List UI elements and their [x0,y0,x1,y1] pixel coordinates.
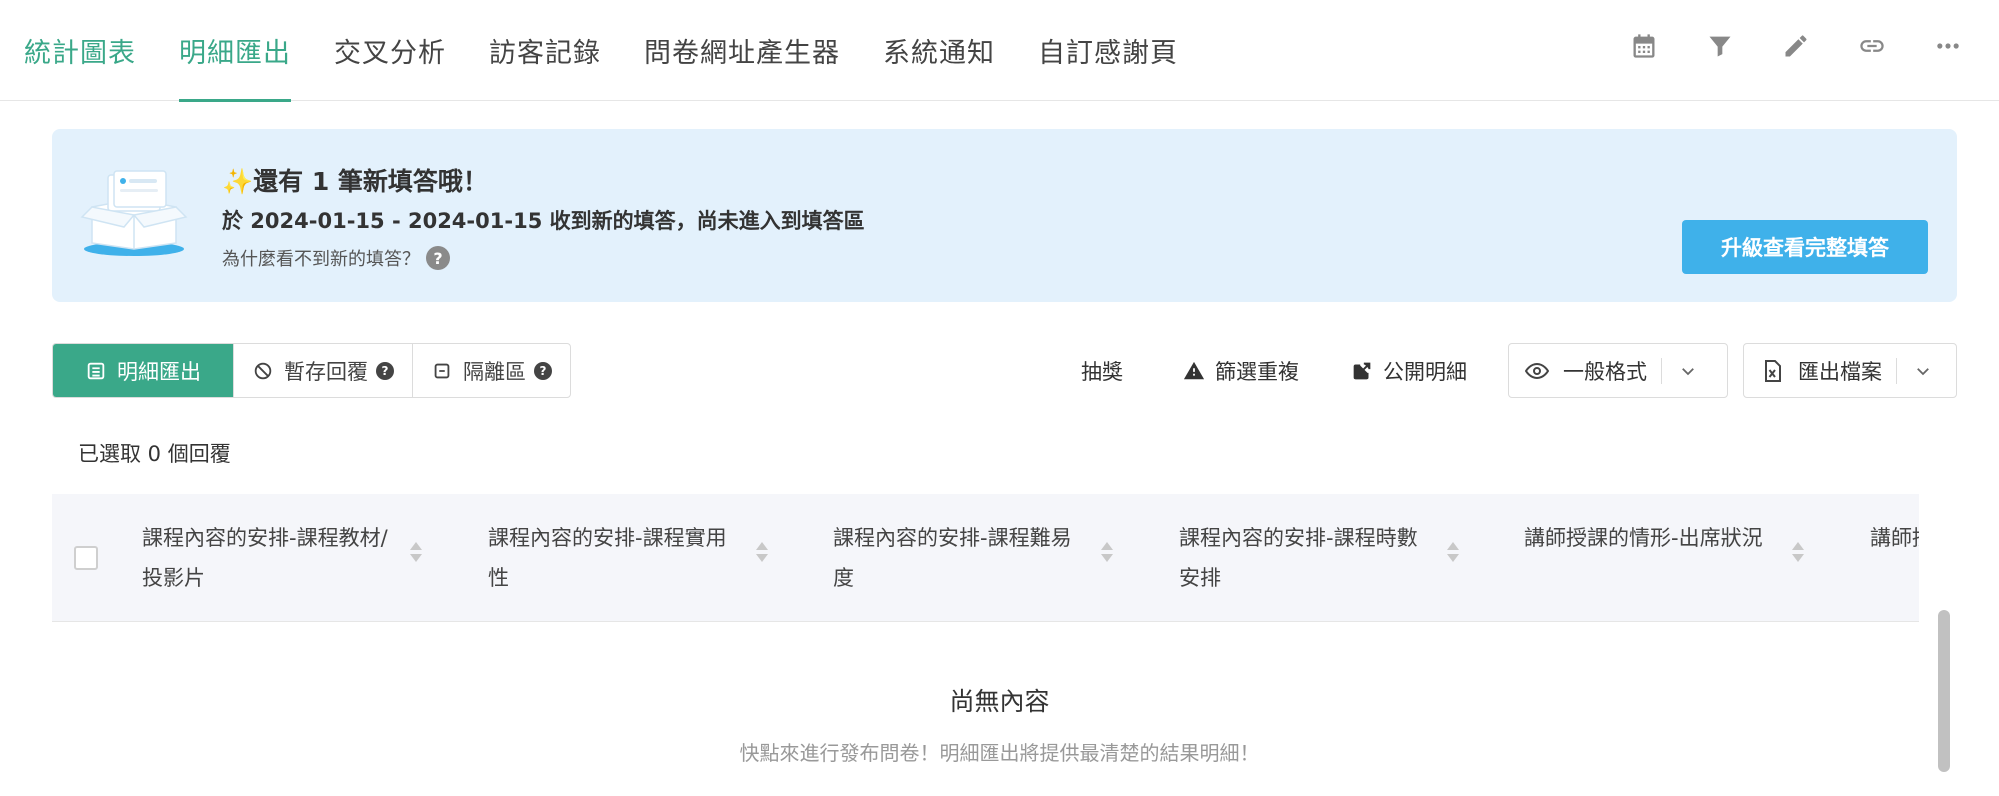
excel-file-icon [1765,359,1781,382]
empty-state-description: 快點來進行發布問卷！明細匯出將提供最清楚的結果明細！ [739,741,1260,765]
chevron-down-icon [1917,367,1929,375]
vertical-scrollbar[interactable] [1933,494,1955,796]
scrollbar-thumb[interactable] [1938,610,1950,772]
export-file-arrow[interactable] [1897,344,1949,397]
column-header[interactable]: 課程內容的安排-課程教材/投影片 [142,518,432,598]
view-format-arrow[interactable] [1662,344,1714,397]
question-mark-icon[interactable]: ? [426,246,450,270]
public-details-button[interactable]: 公開明細 [1351,343,1467,398]
warning-icon [1183,361,1205,379]
toolbar-icons [1589,25,1969,67]
tab-bar: 統計圖表 明細匯出 交叉分析 訪客記錄 問卷網址產生器 系統通知 自訂感謝頁 [24,0,1221,102]
tab-system-notifications[interactable]: 系統通知 [883,0,995,101]
column-header-label: 課程內容的安排-課程難易度 [833,526,1072,590]
column-header-label: 課程內容的安排-課程時數安排 [1179,526,1418,590]
inbox-box-illustration [80,170,188,256]
segment-detail-export[interactable]: 明細匯出 [53,344,233,397]
chevron-down-icon [1682,367,1694,375]
tab-statistics-charts[interactable]: 統計圖表 [24,0,136,101]
external-link-icon [1353,362,1371,379]
calendar-icon[interactable] [1623,25,1665,67]
tab-detail-export[interactable]: 明細匯出 [179,0,291,102]
column-header-label: 講師授課的情形-授課態度 [1870,526,1919,550]
link-icon[interactable] [1851,25,1893,67]
empty-state-title: 尚無內容 [949,687,1050,716]
filter-icon[interactable] [1699,25,1741,67]
filter-duplicates-button[interactable]: 篩選重複 [1183,343,1299,398]
select-all-checkbox[interactable] [74,546,98,570]
table-header: 課程內容的安排-課程教材/投影片 課程內容的安排-課程實用性 課程內容的安排-課… [52,494,1919,622]
list-icon [87,362,105,379]
column-header-label: 課程內容的安排-課程教材/投影片 [142,526,388,590]
banner-description: 於 2024-01-15 - 2024-01-15 收到新的填答，尚未進入到填答… [222,209,865,233]
column-header-label: 講師授課的情形-出席狀況 [1524,526,1763,550]
column-header[interactable]: 講師授課的情形-出席狀況 [1524,518,1814,598]
column-header-label: 課程內容的安排-課程實用性 [488,526,727,590]
lottery-button[interactable]: 抽獎 [1081,343,1123,398]
response-view-segmented-control: 明細匯出 暫存回覆 ? 隔離區 ? [52,343,571,398]
question-mark-icon[interactable]: ? [534,361,552,380]
top-navigation: 統計圖表 明細匯出 交叉分析 訪客記錄 問卷網址產生器 系統通知 自訂感謝頁 [0,0,1999,102]
column-header[interactable]: 課程內容的安排-課程難易度 [833,518,1123,598]
tab-visitor-log[interactable]: 訪客記錄 [489,0,601,101]
public-details-label: 公開明細 [1383,359,1467,384]
ban-icon [254,362,272,379]
minus-box-icon [434,363,450,378]
tab-cross-analysis[interactable]: 交叉分析 [334,0,446,101]
tab-custom-thanks-page[interactable]: 自訂感謝頁 [1038,0,1178,101]
column-header[interactable]: 講師授課的情形-授課態度 [1870,518,1919,598]
sort-icon[interactable] [753,538,771,566]
export-file-dropdown[interactable]: 匯出檔案 [1743,343,1957,398]
segment-draft-responses-label: 暫存回覆 [284,359,368,384]
upgrade-view-all-button[interactable]: 升級查看完整填答 [1682,220,1928,274]
segment-draft-responses[interactable]: 暫存回覆 ? [233,344,412,397]
tab-survey-url-generator[interactable]: 問卷網址產生器 [644,0,840,101]
banner-help[interactable]: 為什麼看不到新的填答？ ? [222,245,450,271]
export-file-label: 匯出檔案 [1798,359,1882,384]
column-header[interactable]: 課程內容的安排-課程實用性 [488,518,778,598]
pencil-icon[interactable] [1775,25,1817,67]
export-file-button[interactable]: 匯出檔案 [1744,344,1896,397]
segment-quarantine-label: 隔離區 [463,359,526,384]
view-format-selected[interactable]: 一般格式 [1509,344,1661,397]
sort-icon[interactable] [1098,538,1116,566]
selected-count: 已選取 0 個回覆 [78,442,231,466]
segment-quarantine[interactable]: 隔離區 ? [412,344,570,397]
banner-help-text[interactable]: 為什麼看不到新的填答？ [222,245,420,271]
more-icon[interactable] [1927,25,1969,67]
question-mark-icon[interactable]: ? [376,361,394,380]
sort-icon[interactable] [407,538,425,566]
sort-icon[interactable] [1444,538,1462,566]
banner-title: ✨還有 1 筆新填答哦！ [222,167,488,196]
eye-icon [1525,362,1549,379]
lottery-label: 抽獎 [1081,359,1123,384]
view-format-label: 一般格式 [1563,359,1647,384]
sort-icon[interactable] [1789,538,1807,566]
view-format-dropdown[interactable]: 一般格式 [1508,343,1728,398]
column-header[interactable]: 課程內容的安排-課程時數安排 [1179,518,1469,598]
filter-duplicates-label: 篩選重複 [1215,359,1299,384]
segment-detail-export-label: 明細匯出 [117,359,201,384]
